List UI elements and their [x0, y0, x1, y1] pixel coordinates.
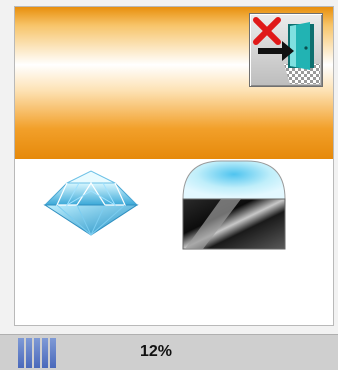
app-window: 12% — [0, 0, 338, 370]
rounded-capsule-shape-image[interactable] — [181, 159, 287, 251]
progress-percent-label: 12% — [140, 343, 173, 360]
progress-block — [42, 338, 48, 368]
exit-button[interactable] — [249, 13, 323, 87]
progress-block — [18, 338, 24, 368]
header-banner — [15, 7, 333, 159]
exit-door-icon — [253, 17, 320, 84]
diamond-gem-image[interactable] — [43, 167, 139, 237]
shapes-area — [15, 159, 333, 325]
content-panel — [14, 6, 334, 326]
progress-block — [26, 338, 32, 368]
progress-bar — [18, 338, 56, 368]
status-bar: 12% — [0, 334, 338, 370]
progress-block — [34, 338, 40, 368]
progress-block — [50, 338, 56, 368]
